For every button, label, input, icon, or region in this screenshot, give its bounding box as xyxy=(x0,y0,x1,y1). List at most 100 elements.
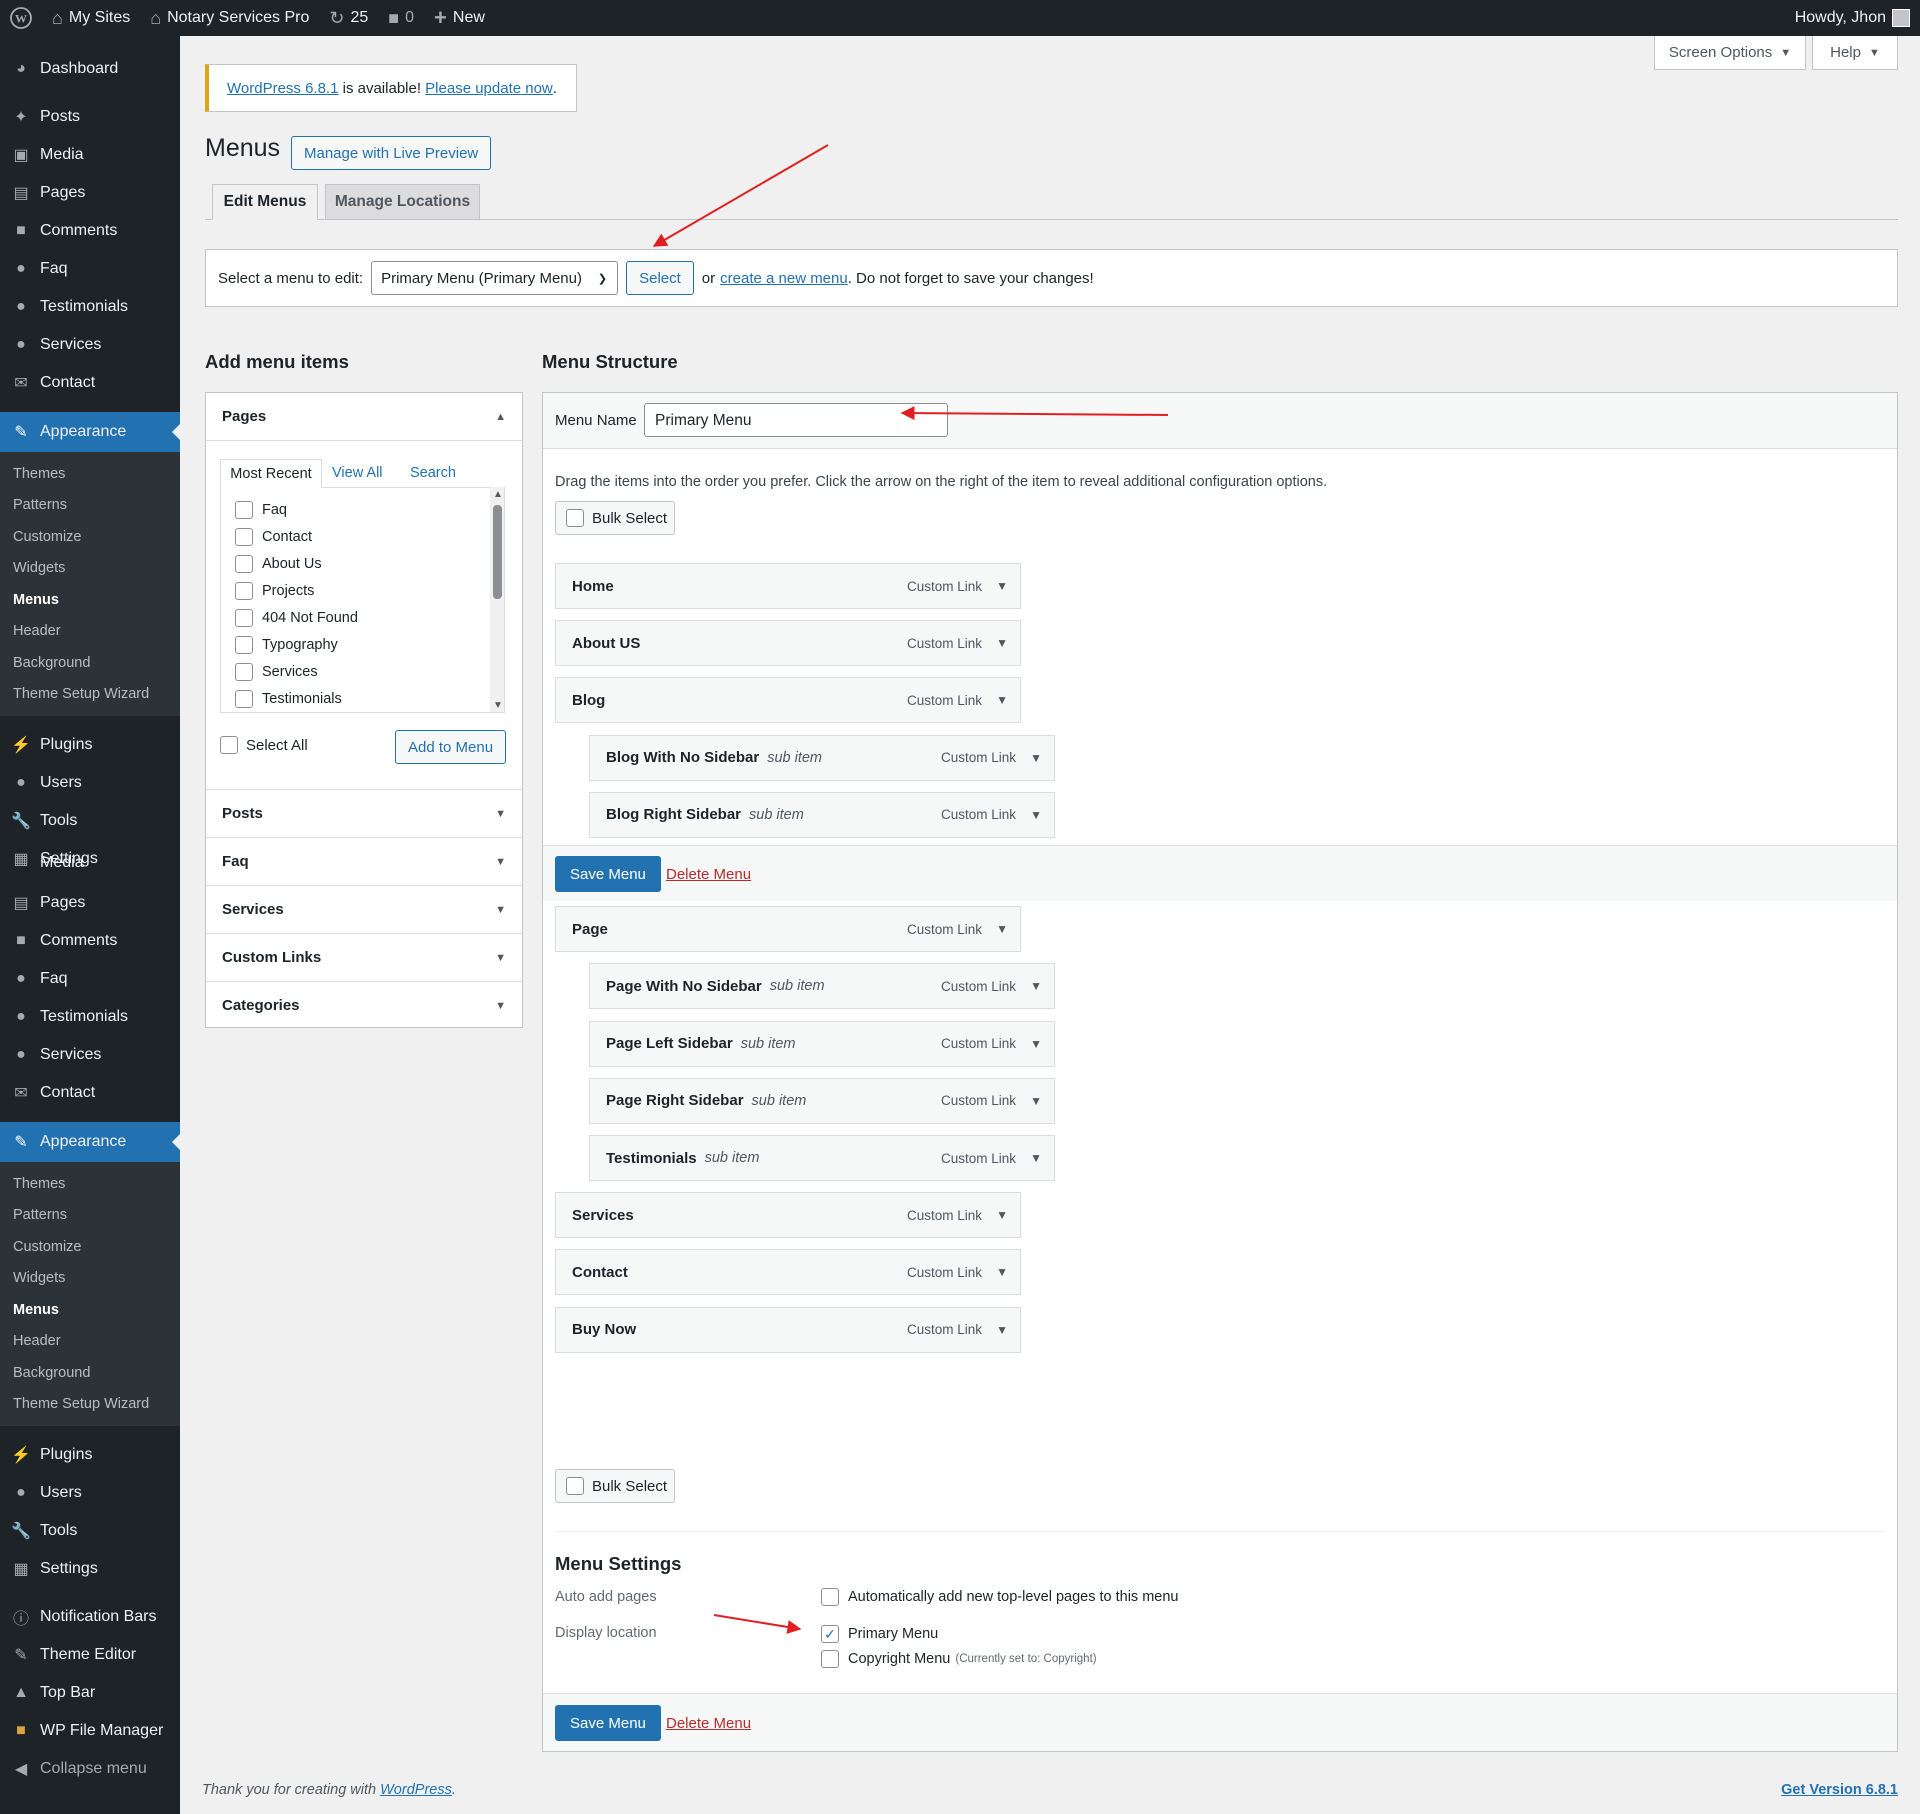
bulk-select-button-bottom[interactable]: Bulk Select xyxy=(555,1469,675,1503)
submenu-customize[interactable]: Customize xyxy=(0,1231,180,1263)
menu-item-row[interactable]: About US Custom Link ▼ xyxy=(555,620,1021,667)
sidebar-item-tools[interactable]: 🔧 Tools xyxy=(0,802,180,840)
accordion-section-custom-links[interactable]: Custom Links ▼ xyxy=(206,933,522,981)
tab-search[interactable]: Search xyxy=(410,465,456,481)
wordpress-logo[interactable]: W xyxy=(0,0,42,36)
collapse-menu-button[interactable]: ◀ Collapse menu xyxy=(0,1750,180,1788)
menu-item-row[interactable]: Contact Custom Link ▼ xyxy=(555,1249,1021,1296)
page-checkbox[interactable] xyxy=(235,500,253,519)
sidebar-item-services-2[interactable]: ● Services xyxy=(0,1036,180,1074)
submenu-background[interactable]: Background xyxy=(0,1357,180,1389)
accordion-section-faq[interactable]: Faq ▼ xyxy=(206,837,522,885)
menu-name-input[interactable]: Primary Menu xyxy=(644,403,948,437)
delete-menu-link-bottom[interactable]: Delete Menu xyxy=(666,1715,751,1732)
page-checklist-item[interactable]: Contact xyxy=(235,523,504,550)
scrollbar-thumb[interactable] xyxy=(493,505,502,599)
new-content-menu[interactable]: + New xyxy=(424,0,495,36)
sidebar-item-comments[interactable]: ■ Comments xyxy=(0,212,180,250)
submenu-theme-setup-wizard[interactable]: Theme Setup Wizard xyxy=(0,679,180,711)
sidebar-item-tools-2[interactable]: 🔧 Tools xyxy=(0,1512,180,1550)
expand-arrow-icon[interactable]: ▼ xyxy=(1030,979,1042,993)
submenu-patterns[interactable]: Patterns xyxy=(0,1200,180,1232)
save-menu-button-top[interactable]: Save Menu xyxy=(555,856,661,892)
select-all-control[interactable]: Select All xyxy=(220,736,308,754)
sidebar-item-pages-2[interactable]: ▤ Pages xyxy=(0,884,180,922)
accordion-section-posts[interactable]: Posts ▼ xyxy=(206,789,522,837)
menu-item-row[interactable]: Blog Right Sidebar sub item Custom Link ▼ xyxy=(589,791,1055,838)
sidebar-item-users[interactable]: ● Users xyxy=(0,764,180,802)
page-checkbox[interactable] xyxy=(235,689,253,708)
expand-arrow-icon[interactable]: ▼ xyxy=(996,922,1008,936)
expand-arrow-icon[interactable]: ▼ xyxy=(996,579,1008,593)
update-now-link[interactable]: Please update now xyxy=(425,80,553,97)
pages-section-header[interactable]: Pages ▲ xyxy=(206,393,522,441)
menu-item-row[interactable]: Page With No Sidebar sub item Custom Link ▼ xyxy=(589,963,1055,1010)
submenu-widgets[interactable]: Widgets xyxy=(0,553,180,585)
submenu-header[interactable]: Header xyxy=(0,616,180,648)
live-preview-button[interactable]: Manage with Live Preview xyxy=(291,136,492,170)
tab-manage-locations[interactable]: Manage Locations xyxy=(325,184,480,220)
menu-item-row[interactable]: Page Right Sidebar sub item Custom Link ▼ xyxy=(589,1077,1055,1124)
submenu-header[interactable]: Header xyxy=(0,1326,180,1358)
site-name-menu[interactable]: ⌂ Notary Services Pro xyxy=(140,0,319,36)
sidebar-item-faq[interactable]: ● Faq xyxy=(0,250,180,288)
submenu-background[interactable]: Background xyxy=(0,647,180,679)
copyright-menu-option[interactable]: Copyright Menu (Currently set to: Copyrig… xyxy=(821,1650,1097,1668)
accordion-section-categories[interactable]: Categories ▼ xyxy=(206,981,522,1029)
menu-item-row[interactable]: Home Custom Link ▼ xyxy=(555,563,1021,609)
page-checklist-item[interactable]: Typography xyxy=(235,631,504,658)
page-checklist-item[interactable]: 404 Not Found xyxy=(235,604,504,631)
my-account-menu[interactable]: Howdy, Jhon xyxy=(1785,0,1920,36)
expand-arrow-icon[interactable]: ▼ xyxy=(1030,1094,1042,1108)
sidebar-item-posts[interactable]: ✦ Posts xyxy=(0,98,180,136)
page-checklist-item[interactable]: Services xyxy=(235,658,504,685)
sidebar-item-settings-2[interactable]: ▦ Settings xyxy=(0,1550,180,1588)
submenu-menus[interactable]: Menus xyxy=(0,1294,180,1326)
primary-menu-option[interactable]: ✓ Primary Menu xyxy=(821,1625,938,1643)
primary-menu-checkbox[interactable]: ✓ xyxy=(821,1625,839,1643)
save-menu-button-bottom[interactable]: Save Menu xyxy=(555,1705,661,1741)
expand-arrow-icon[interactable]: ▼ xyxy=(996,636,1008,650)
sidebar-item-media[interactable]: ▣ Media xyxy=(0,136,180,174)
sidebar-item-contact-2[interactable]: ✉ Contact xyxy=(0,1074,180,1112)
sidebar-item-dashboard[interactable]: ◕ Dashboard xyxy=(0,50,180,88)
scrollbar-track[interactable]: ▲ ▼ xyxy=(490,487,504,712)
my-sites-menu[interactable]: ⌂ My Sites xyxy=(42,0,140,36)
menu-item-row[interactable]: Testimonials sub item Custom Link ▼ xyxy=(589,1135,1055,1181)
tab-most-recent[interactable]: Most Recent xyxy=(220,459,322,488)
menu-item-row[interactable]: Buy Now Custom Link ▼ xyxy=(555,1306,1021,1353)
add-to-menu-button[interactable]: Add to Menu xyxy=(395,730,507,764)
menu-select-dropdown[interactable]: Primary Menu (Primary Menu) ❯ xyxy=(371,261,619,295)
page-checkbox[interactable] xyxy=(235,527,253,546)
auto-add-checkbox[interactable] xyxy=(821,1588,839,1606)
sidebar-item-contact[interactable]: ✉ Contact xyxy=(0,364,180,402)
comments-menu[interactable]: ■ 0 xyxy=(378,0,424,36)
wordpress-version-link[interactable]: WordPress 6.8.1 xyxy=(227,80,338,97)
sidebar-item-appearance-2[interactable]: ✎ Appearance xyxy=(0,1122,180,1162)
page-checkbox[interactable] xyxy=(235,608,253,627)
sidebar-item-testimonials-2[interactable]: ● Testimonials xyxy=(0,998,180,1036)
select-button[interactable]: Select xyxy=(626,261,694,295)
menu-item-row[interactable]: Blog With No Sidebar sub item Custom Link ▼ xyxy=(589,734,1055,781)
tab-view-all[interactable]: View All xyxy=(332,465,383,481)
expand-arrow-icon[interactable]: ▼ xyxy=(1030,1151,1042,1165)
expand-arrow-icon[interactable]: ▼ xyxy=(996,1265,1008,1279)
page-checklist-item[interactable]: Testimonials xyxy=(235,685,504,712)
sidebar-item-theme-editor[interactable]: ✎ Theme Editor xyxy=(0,1636,180,1674)
page-checkbox[interactable] xyxy=(235,554,253,573)
expand-arrow-icon[interactable]: ▼ xyxy=(1030,808,1042,822)
auto-add-option[interactable]: Automatically add new top-level pages to… xyxy=(821,1588,1178,1606)
sidebar-item-faq-2[interactable]: ● Faq xyxy=(0,960,180,998)
create-new-menu-link[interactable]: create a new menu xyxy=(720,270,848,287)
submenu-patterns[interactable]: Patterns xyxy=(0,490,180,522)
page-checklist-item[interactable]: About Us xyxy=(235,550,504,577)
accordion-section-services[interactable]: Services ▼ xyxy=(206,885,522,933)
sidebar-item-top-bar[interactable]: ▲ Top Bar xyxy=(0,1674,180,1712)
footer-version-link[interactable]: Get Version 6.8.1 xyxy=(1781,1782,1898,1798)
bulk-select-button-top[interactable]: Bulk Select xyxy=(555,501,675,535)
expand-arrow-icon[interactable]: ▼ xyxy=(1030,751,1042,765)
sidebar-item-comments-2[interactable]: ■ Comments xyxy=(0,922,180,960)
select-all-checkbox[interactable] xyxy=(220,736,238,754)
submenu-theme-setup-wizard[interactable]: Theme Setup Wizard xyxy=(0,1389,180,1421)
expand-arrow-icon[interactable]: ▼ xyxy=(1030,1037,1042,1051)
